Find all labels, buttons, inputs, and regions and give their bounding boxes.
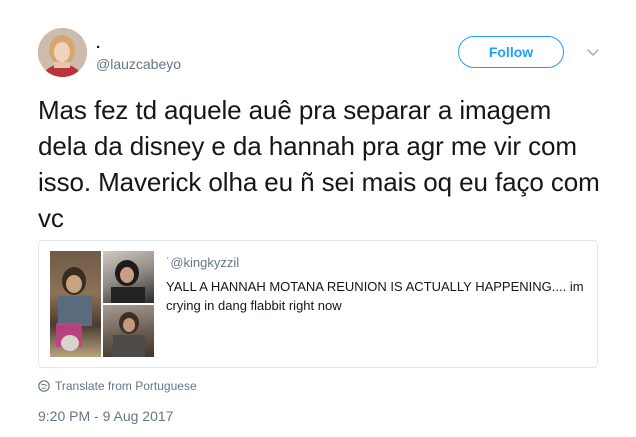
- quoted-tweet-card[interactable]: ˙@kingkyzzil YALL A HANNAH MOTANA REUNIO…: [38, 240, 598, 368]
- avatar-image: [38, 28, 87, 77]
- translate-link[interactable]: Translate from Portuguese: [38, 379, 197, 393]
- username-handle[interactable]: @lauzcabeyo: [96, 56, 181, 72]
- tweet-header: . @lauzcabeyo Follow: [38, 28, 608, 78]
- tweet-text: Mas fez td aquele auê pra separar a imag…: [38, 95, 600, 233]
- media-image-bottom-right[interactable]: [103, 305, 154, 357]
- display-name[interactable]: .: [96, 36, 100, 52]
- globe-icon: [38, 380, 50, 392]
- follow-button[interactable]: Follow: [458, 36, 564, 68]
- quoted-tweet-handle[interactable]: ˙@kingkyzzil: [166, 255, 239, 270]
- quoted-tweet-text: YALL A HANNAH MOTANA REUNION IS ACTUALLY…: [166, 279, 584, 313]
- media-image-top-right[interactable]: [103, 251, 154, 303]
- avatar[interactable]: [38, 28, 87, 77]
- translate-label[interactable]: Translate from Portuguese: [55, 379, 197, 393]
- tweet-timestamp[interactable]: 9:20 PM - 9 Aug 2017: [38, 408, 173, 424]
- media-image-main[interactable]: [50, 251, 101, 357]
- quoted-tweet-media[interactable]: [50, 251, 154, 357]
- chevron-down-icon[interactable]: [583, 42, 603, 62]
